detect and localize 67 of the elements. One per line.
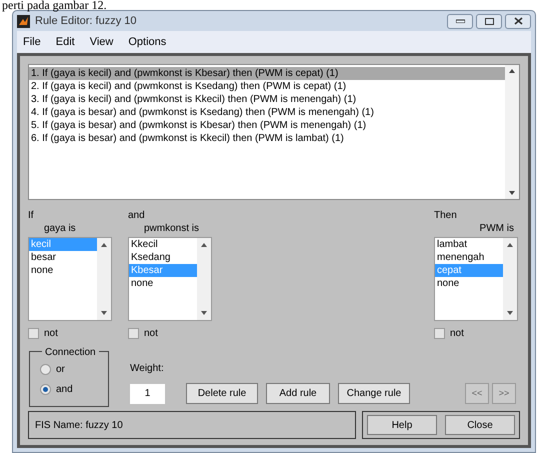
list-option[interactable]: menengah (435, 251, 503, 264)
close-icon (514, 17, 522, 25)
menu-item[interactable]: Options (128, 34, 166, 50)
scroll-down-icon[interactable] (201, 311, 207, 315)
app-logo-icon (17, 14, 30, 28)
scroll-up-icon[interactable] (101, 243, 107, 247)
maximize-button[interactable] (476, 14, 502, 28)
list-option[interactable]: Kkecil (129, 238, 197, 251)
rule-item[interactable]: 2. If (gaya is kecil) and (pwmkonst is Ksedang) then (PWM is cepat) (1) (29, 80, 505, 93)
list-option[interactable]: none (435, 277, 503, 290)
checkbox-label: not (450, 327, 464, 341)
action-button[interactable]: Add rule (266, 383, 330, 404)
rule-list[interactable] (28, 64, 520, 200)
section-label: If (28, 209, 35, 221)
radio-label: and (56, 383, 73, 397)
scrollbar[interactable] (503, 238, 517, 320)
rule-item[interactable]: 5. If (gaya is besar) and (pwmkonst is Kbesar) then (PWM is menengah) (1) (29, 119, 505, 132)
scroll-down-icon[interactable] (101, 311, 107, 315)
scrollbar[interactable] (97, 238, 111, 320)
list-option[interactable]: besar (29, 251, 97, 264)
footer-button[interactable]: Close (445, 415, 515, 435)
close-button[interactable] (505, 14, 531, 28)
scrollbar[interactable] (505, 65, 519, 199)
not-checkbox[interactable] (128, 328, 139, 339)
scrollbar[interactable] (197, 238, 211, 320)
scroll-down-icon[interactable] (509, 191, 515, 195)
weight-field[interactable]: 1 (130, 384, 165, 404)
scroll-down-icon[interactable] (507, 311, 513, 315)
menu-item[interactable]: File (23, 34, 41, 50)
rule-item[interactable]: 6. If (gaya is besar) and (pwmkonst is Kkecil) then (PWM is lambat) (1) (29, 132, 505, 145)
checkbox-label: not (144, 327, 158, 341)
list-option[interactable]: Ksedang (129, 251, 197, 264)
action-button[interactable]: Change rule (338, 383, 410, 404)
weight-label: Weight: (130, 362, 165, 376)
option-list[interactable]: Kkecil Ksedang Kbesar none (128, 237, 212, 321)
document-text: perti pada gambar 12. (2, 0, 107, 12)
radio-button[interactable] (40, 364, 51, 375)
rule-item[interactable]: 1. If (gaya is kecil) and (pwmkonst is Kbesar) then (PWM is cepat) (1) (29, 67, 505, 80)
status-bar: FIS Name: fuzzy 10 (28, 411, 356, 439)
not-checkbox[interactable] (28, 328, 39, 339)
list-option[interactable]: none (29, 264, 97, 277)
option-list[interactable]: lambat menengah cepat none (434, 237, 518, 321)
scroll-up-icon[interactable] (507, 243, 513, 247)
maximize-icon (484, 18, 494, 24)
section-label: Then (434, 209, 458, 221)
window-title: Rule Editor: fuzzy 10 (35, 14, 136, 29)
scroll-up-icon[interactable] (509, 69, 515, 73)
rule-item[interactable]: 4. If (gaya is besar) and (pwmkonst is Ksedang) then (PWM is menengah) (1) (29, 106, 505, 119)
radio-button[interactable] (40, 384, 51, 395)
scroll-up-icon[interactable] (201, 243, 207, 247)
list-option[interactable]: none (129, 277, 197, 290)
not-checkbox[interactable] (434, 328, 445, 339)
radio-label: or (56, 363, 65, 377)
menu-item[interactable]: Edit (56, 34, 75, 50)
option-list[interactable]: kecil besar none (28, 237, 112, 321)
variable-label: PWM is (478, 222, 515, 236)
minimize-icon (456, 19, 464, 23)
rule-item[interactable]: 3. If (gaya is kecil) and (pwmkonst is Kkecil) then (PWM is menengah) (1) (29, 93, 505, 106)
checkbox-label: not (44, 327, 58, 341)
minimize-button[interactable] (447, 14, 473, 28)
menu-item[interactable]: View (90, 34, 114, 50)
variable-label: pwmkonst is (143, 222, 200, 236)
footer-button[interactable]: Help (367, 415, 437, 435)
action-button[interactable]: Delete rule (186, 383, 258, 404)
list-option[interactable]: lambat (435, 238, 503, 251)
section-label: and (128, 209, 146, 221)
variable-label: gaya is (43, 222, 77, 236)
